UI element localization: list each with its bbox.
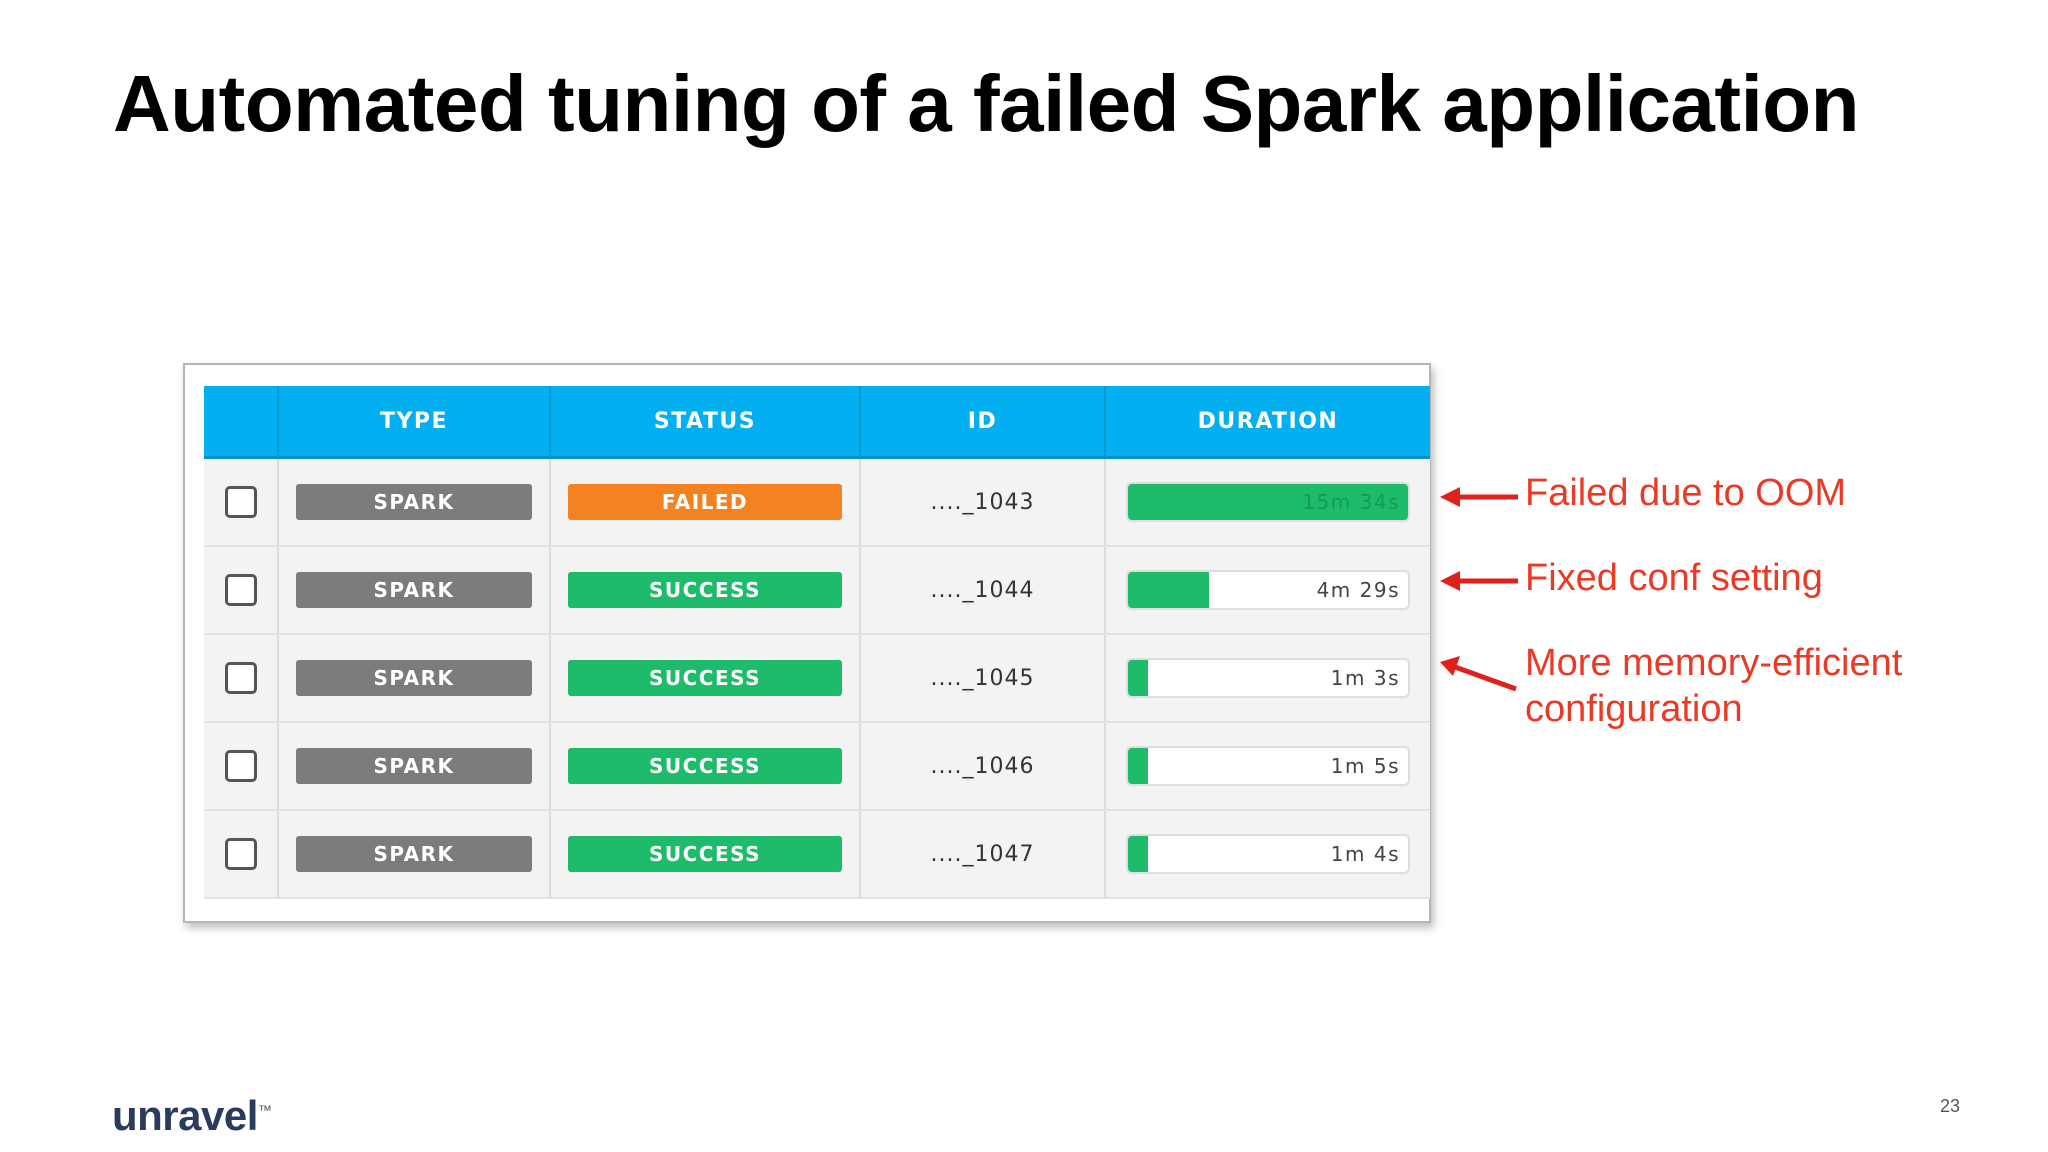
table-row[interactable]: SPARK SUCCESS ...._1047 1m 4s [204, 810, 1430, 899]
duration-bar-fill [1128, 572, 1210, 608]
app-id-link[interactable]: ...._1045 [931, 666, 1035, 691]
table-row[interactable]: SPARK SUCCESS ...._1044 4m 29s [204, 546, 1430, 635]
status-badge: SUCCESS [568, 748, 842, 784]
type-cell: SPARK [277, 634, 550, 723]
unravel-logo: unravel™ [112, 1092, 272, 1139]
arrow-left-icon [1440, 487, 1518, 507]
status-badge: SUCCESS [568, 660, 842, 696]
app-id-link[interactable]: ...._1043 [931, 490, 1035, 515]
duration-label: 1m 4s [1330, 842, 1400, 866]
annotation-failed-oom: Failed due to OOM [1525, 472, 1847, 514]
duration-cell: 1m 3s [1104, 634, 1430, 723]
status-cell: SUCCESS [549, 810, 860, 899]
arrow-left-icon [1440, 571, 1518, 591]
type-badge: SPARK [296, 484, 532, 520]
type-cell: SPARK [277, 546, 550, 635]
app-id-link[interactable]: ...._1046 [931, 754, 1035, 779]
row-checkbox[interactable] [224, 486, 257, 518]
row-checkbox[interactable] [224, 574, 257, 606]
select-column-header [204, 386, 278, 459]
status-badge: SUCCESS [568, 836, 842, 872]
annotation-memory-efficient: More memory-efficient configuration [1525, 642, 1903, 730]
slide-title: Automated tuning of a failed Spark appli… [113, 59, 1860, 148]
table-header-row: TYPE STATUS ID DURATION [204, 386, 1430, 459]
table-row[interactable]: SPARK SUCCESS ...._1046 1m 5s [204, 722, 1430, 811]
duration-column-header[interactable]: DURATION [1104, 386, 1430, 459]
status-badge: FAILED [568, 484, 842, 520]
duration-bar: 15m 34s [1126, 482, 1410, 522]
duration-bar-fill [1128, 748, 1148, 784]
status-cell: SUCCESS [549, 722, 860, 811]
applications-table: TYPE STATUS ID DURATION SPARK FAILED ...._… [204, 386, 1430, 899]
type-badge: SPARK [296, 748, 532, 784]
type-column-header[interactable]: TYPE [277, 386, 550, 459]
id-cell: ...._1045 [859, 634, 1105, 723]
annotation-fixed-conf: Fixed conf setting [1525, 557, 1823, 599]
duration-cell: 1m 4s [1104, 810, 1430, 899]
app-id-link[interactable]: ...._1047 [931, 842, 1035, 867]
status-cell: SUCCESS [549, 634, 860, 723]
row-select-cell [204, 457, 278, 547]
table-row[interactable]: SPARK SUCCESS ...._1045 1m 3s [204, 634, 1430, 723]
arrow-left-icon [1440, 656, 1517, 692]
duration-bar-fill [1128, 660, 1148, 696]
type-badge: SPARK [296, 572, 532, 608]
type-badge: SPARK [296, 660, 532, 696]
type-cell: SPARK [277, 722, 550, 811]
status-column-header[interactable]: STATUS [549, 386, 860, 459]
row-select-cell [204, 634, 278, 723]
duration-bar-fill [1128, 836, 1148, 872]
app-id-link[interactable]: ...._1044 [931, 578, 1035, 603]
duration-label: 4m 29s [1316, 578, 1400, 602]
row-select-cell [204, 810, 278, 899]
duration-bar: 1m 3s [1126, 658, 1410, 698]
table-row[interactable]: SPARK FAILED ...._1043 15m 34s [204, 457, 1430, 547]
id-cell: ...._1047 [859, 810, 1105, 899]
duration-bar: 1m 5s [1126, 746, 1410, 786]
id-cell: ...._1043 [859, 457, 1105, 547]
duration-label: 1m 5s [1330, 754, 1400, 778]
status-badge: SUCCESS [568, 572, 842, 608]
type-badge: SPARK [296, 836, 532, 872]
duration-cell: 1m 5s [1104, 722, 1430, 811]
duration-cell: 15m 34s [1104, 457, 1430, 547]
id-cell: ...._1044 [859, 546, 1105, 635]
duration-cell: 4m 29s [1104, 546, 1430, 635]
duration-bar: 1m 4s [1126, 834, 1410, 874]
page-number: 23 [1940, 1096, 1961, 1116]
row-checkbox[interactable] [224, 838, 257, 870]
type-cell: SPARK [277, 457, 550, 547]
row-checkbox[interactable] [224, 662, 257, 694]
row-select-cell [204, 546, 278, 635]
row-select-cell [204, 722, 278, 811]
applications-table-panel: TYPE STATUS ID DURATION SPARK FAILED ...._… [183, 363, 1431, 923]
id-cell: ...._1046 [859, 722, 1105, 811]
status-cell: SUCCESS [549, 546, 860, 635]
status-cell: FAILED [549, 457, 860, 547]
id-column-header[interactable]: ID [859, 386, 1105, 459]
duration-bar: 4m 29s [1126, 570, 1410, 610]
duration-label: 15m 34s [1302, 490, 1400, 514]
duration-label: 1m 3s [1330, 666, 1400, 690]
type-cell: SPARK [277, 810, 550, 899]
row-checkbox[interactable] [224, 750, 257, 782]
